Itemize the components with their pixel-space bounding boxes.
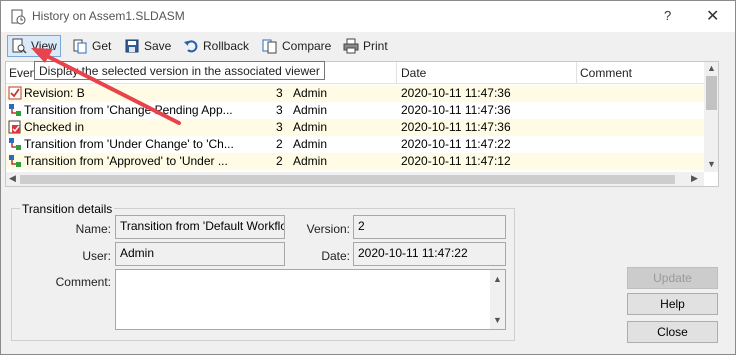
close-button[interactable]: Close <box>627 321 718 343</box>
rollback-icon <box>184 40 198 53</box>
scroll-down-icon[interactable]: ▼ <box>493 315 502 325</box>
checked-in-icon <box>8 120 21 134</box>
compare-icon <box>262 39 277 54</box>
version-cell: 2 <box>276 137 283 151</box>
scroll-up-icon[interactable]: ▲ <box>707 63 716 73</box>
save-button[interactable]: Save <box>121 35 174 57</box>
compare-button[interactable]: Compare <box>259 35 334 57</box>
close-icon[interactable]: ✕ <box>706 6 719 26</box>
version-label: Version: <box>306 222 350 236</box>
version-cell: 3 <box>276 120 283 134</box>
help-button[interactable]: Help <box>627 293 718 315</box>
toolbar: View Get Save Rollback Compare Print <box>1 32 735 60</box>
comment-label: Comment: <box>55 275 111 289</box>
user-cell: Admin <box>293 154 328 168</box>
transition-icon <box>9 104 21 116</box>
date-field[interactable]: 2020-10-11 11:47:22 <box>353 242 506 266</box>
scroll-thumb[interactable] <box>706 76 717 110</box>
column-header-comment[interactable]: Comment <box>580 66 632 80</box>
group-title: Transition details <box>20 202 115 216</box>
comment-scrollbar[interactable]: ▲ ▼ <box>490 270 505 329</box>
transition-icon <box>9 138 21 150</box>
title-bar: History on Assem1.SLDASM ? ✕ <box>1 1 735 32</box>
print-button[interactable]: Print <box>340 35 391 57</box>
event-cell: Transition from 'Approved' to 'Under ... <box>24 154 228 168</box>
user-cell: Admin <box>293 103 328 117</box>
user-label: User: <box>82 249 111 263</box>
history-icon <box>11 9 26 25</box>
history-dialog: History on Assem1.SLDASM ? ✕ View Get Sa… <box>0 0 736 355</box>
column-header-date[interactable]: Date <box>401 66 426 80</box>
view-tooltip: Display the selected version in the asso… <box>34 61 325 80</box>
window-title: History on Assem1.SLDASM <box>32 9 185 23</box>
get-label: Get <box>92 39 112 53</box>
user-cell: Admin <box>293 137 328 151</box>
user-cell: Admin <box>293 86 328 100</box>
date-label: Date: <box>321 249 350 263</box>
date-cell: 2020-10-11 11:47:36 <box>401 120 511 134</box>
horizontal-scrollbar[interactable]: ◀ ▶ <box>6 172 704 186</box>
help-icon[interactable]: ? <box>664 8 671 23</box>
save-label: Save <box>144 39 172 53</box>
view-button[interactable]: View <box>7 35 61 57</box>
version-cell: 2 <box>276 154 283 168</box>
user-field[interactable]: Admin <box>115 242 285 266</box>
scroll-thumb[interactable] <box>20 175 675 184</box>
save-icon <box>125 39 139 53</box>
version-field[interactable]: 2 <box>353 215 506 239</box>
table-row[interactable]: Revision: B 3 Admin 2020-10-11 11:47:36 <box>6 85 704 102</box>
name-label: Name: <box>75 222 111 236</box>
get-button[interactable]: Get <box>69 35 114 57</box>
table-row[interactable]: Transition from 'Under Change' to 'Ch...… <box>6 136 704 153</box>
date-cell: 2020-10-11 11:47:22 <box>401 137 511 151</box>
date-cell: 2020-10-11 11:47:36 <box>401 103 511 117</box>
name-field[interactable]: Transition from 'Default Workflow <box>115 215 285 239</box>
view-icon <box>12 38 27 54</box>
view-label: View <box>31 39 57 53</box>
transition-icon <box>9 155 21 167</box>
rollback-button[interactable]: Rollback <box>180 35 252 57</box>
scroll-left-icon[interactable]: ◀ <box>9 173 16 184</box>
scroll-up-icon[interactable]: ▲ <box>493 274 502 284</box>
rollback-label: Rollback <box>203 39 250 53</box>
date-cell: 2020-10-11 11:47:12 <box>401 154 511 168</box>
print-label: Print <box>363 39 388 53</box>
date-cell: 2020-10-11 11:47:36 <box>401 86 511 100</box>
table-row[interactable]: Transition from 'Approved' to 'Under ...… <box>6 153 704 170</box>
compare-label: Compare <box>282 39 332 53</box>
version-cell: 3 <box>276 86 283 100</box>
revision-icon <box>8 86 22 100</box>
comment-textarea[interactable]: ▲ ▼ <box>115 269 506 330</box>
table-row[interactable]: Transition from 'Change Pending App... 3… <box>6 102 704 119</box>
table-row[interactable]: Checked in 3 Admin 2020-10-11 11:47:36 <box>6 119 704 136</box>
column-divider <box>396 62 397 84</box>
scroll-right-icon[interactable]: ▶ <box>691 173 698 184</box>
get-icon <box>73 39 87 54</box>
event-cell: Revision: B <box>24 86 85 100</box>
scroll-down-icon[interactable]: ▼ <box>707 159 716 169</box>
print-icon <box>343 38 359 54</box>
user-cell: Admin <box>293 120 328 134</box>
vertical-scrollbar[interactable]: ▲ ▼ <box>704 62 718 172</box>
update-button[interactable]: Update <box>627 267 718 289</box>
event-cell: Transition from 'Change Pending App... <box>24 103 233 117</box>
column-divider <box>576 62 577 84</box>
event-cell: Transition from 'Under Change' to 'Ch... <box>24 137 234 151</box>
event-cell: Checked in <box>24 120 85 134</box>
version-cell: 3 <box>276 103 283 117</box>
